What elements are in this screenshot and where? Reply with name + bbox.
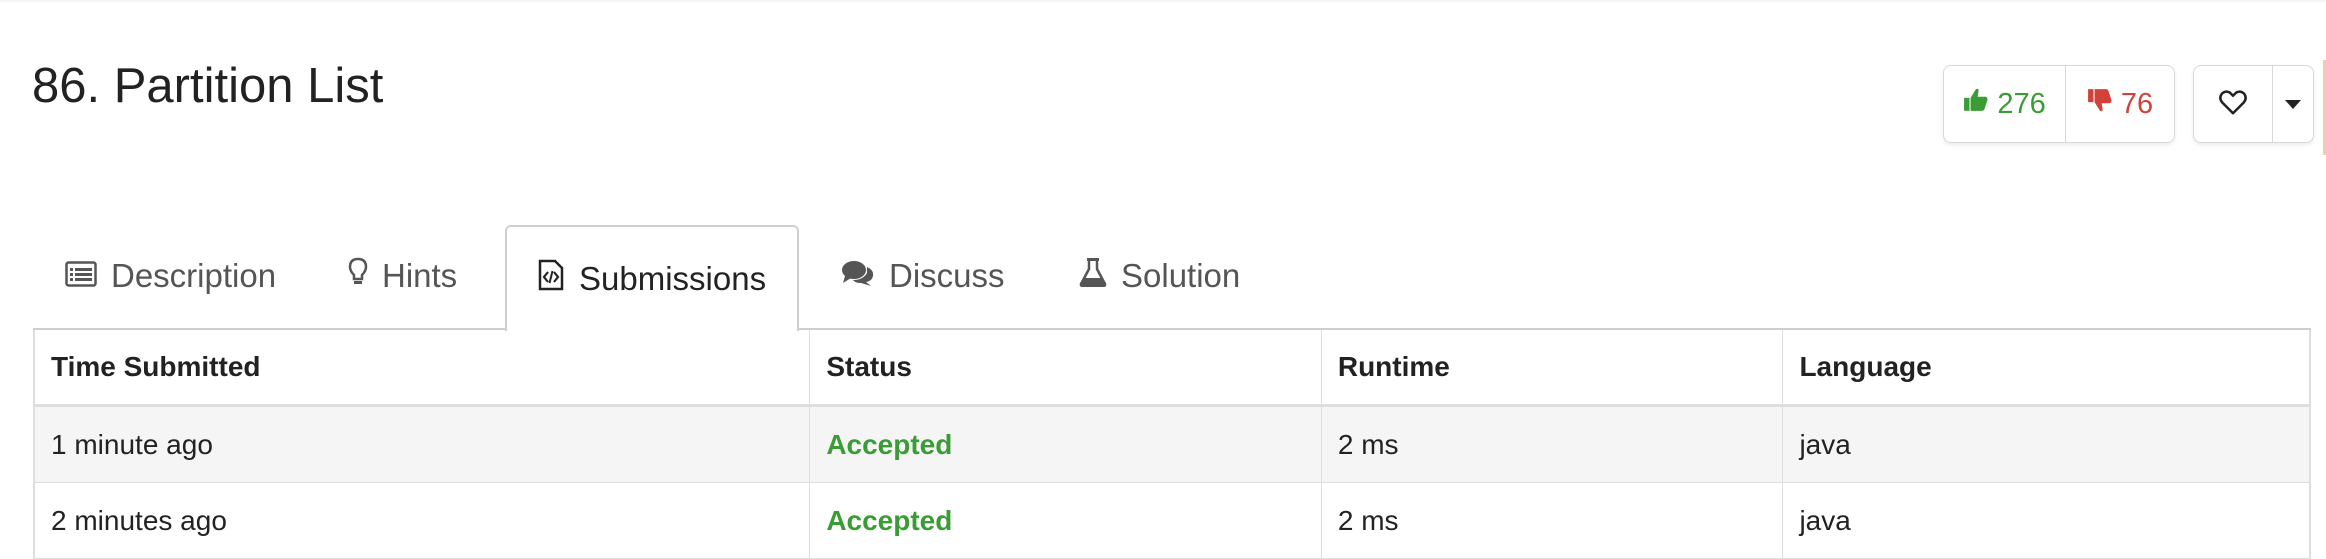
tab-label: Submissions — [579, 260, 767, 297]
tab-label: Description — [111, 257, 277, 294]
language-cell: java — [1799, 428, 1851, 460]
lightbulb-icon — [348, 257, 382, 295]
status-cell: Accepted — [810, 483, 1322, 558]
column-header-status[interactable]: Status — [810, 330, 1322, 404]
time-submitted-cell: 1 minute ago — [35, 407, 811, 482]
favorite-group — [2193, 65, 2314, 143]
favorite-button[interactable] — [2194, 66, 2273, 142]
status-accepted-link[interactable]: Accepted — [826, 505, 952, 537]
more-options-button[interactable] — [2273, 66, 2313, 142]
runtime-cell: 2 ms — [1322, 483, 1784, 558]
column-header-runtime[interactable]: Runtime — [1322, 330, 1784, 404]
tab-label: Hints — [382, 257, 458, 294]
tab-hints[interactable]: Hints — [348, 224, 457, 328]
tab-label: Solution — [1121, 257, 1241, 294]
submissions-table: Time Submitted Status Runtime Language 1… — [33, 330, 2311, 559]
tab-solution[interactable]: Solution — [1079, 224, 1240, 328]
language-cell: java — [1799, 504, 1851, 536]
status-accepted-link[interactable]: Accepted — [826, 429, 952, 461]
top-shadow — [0, 0, 2326, 3]
vote-group: 276 76 — [1943, 65, 2175, 143]
tab-discuss[interactable]: Discuss — [841, 224, 1005, 328]
heart-icon — [2218, 88, 2248, 121]
table-header: Time Submitted Status Runtime Language — [35, 330, 2309, 407]
like-count: 276 — [1997, 87, 2046, 120]
dislike-count: 76 — [2120, 87, 2154, 120]
flask-icon — [1079, 257, 1121, 295]
problem-title: 86. Partition List — [32, 59, 384, 113]
thumbs-up-icon — [1963, 87, 1997, 121]
runtime-cell: 2 ms — [1322, 407, 1784, 482]
problem-tabs: Description Hints Submissions Discuss So… — [33, 224, 2311, 331]
time-submitted-cell: 2 minutes ago — [35, 483, 811, 558]
column-header-time[interactable]: Time Submitted — [35, 330, 811, 404]
comments-icon — [841, 257, 889, 295]
table-row: 1 minute ago Accepted 2 ms java — [35, 407, 2309, 483]
column-header-language[interactable]: Language — [1783, 330, 2309, 404]
dislike-button[interactable]: 76 — [2066, 66, 2174, 142]
table-row: 2 minutes ago Accepted 2 ms java — [35, 483, 2309, 559]
thumbs-down-icon — [2087, 87, 2121, 121]
tab-label: Discuss — [889, 257, 1005, 294]
caret-down-icon — [2285, 99, 2301, 109]
tab-description[interactable]: Description — [65, 224, 276, 328]
code-file-icon — [537, 259, 579, 299]
like-button[interactable]: 276 — [1944, 66, 2066, 142]
status-cell: Accepted — [810, 407, 1322, 482]
tab-submissions[interactable]: Submissions — [505, 225, 799, 331]
list-alt-icon — [65, 257, 111, 295]
